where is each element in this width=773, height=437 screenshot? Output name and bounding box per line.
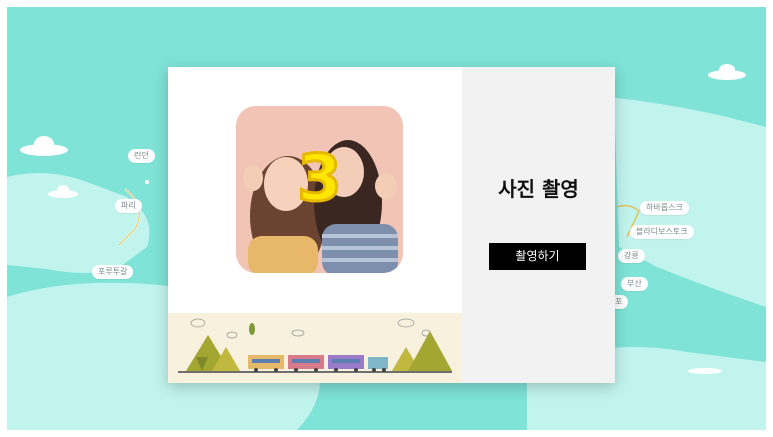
city-label: 하바롭스크 [640, 201, 689, 215]
map-background: 런던 파리 포루투갈 하바롭스크 블라디보스토크 강릉 부산 포 3 사진 촬영… [7, 7, 766, 430]
modal-title: 사진 촬영 [498, 177, 579, 201]
cloud-icon [708, 64, 746, 80]
city-label: 파리 [115, 199, 142, 213]
photo-panel: 3 [168, 67, 462, 383]
city-label: 부산 [621, 277, 648, 291]
action-panel: 사진 촬영 촬영하기 [462, 67, 615, 383]
city-label: 포루투갈 [92, 265, 134, 279]
cloud-icon [688, 368, 722, 374]
shoot-button[interactable]: 촬영하기 [489, 243, 586, 270]
city-label: 강릉 [618, 249, 645, 263]
train-illustration [168, 313, 462, 383]
photo-modal: 3 사진 촬영 촬영하기 [168, 67, 615, 383]
countdown-number: 3 [296, 141, 344, 218]
city-label: 블라디보스토크 [630, 225, 694, 239]
city-label: 런던 [128, 149, 155, 163]
cloud-icon [20, 136, 68, 156]
cloud-icon [48, 185, 78, 198]
camera-preview: 3 [236, 106, 403, 273]
